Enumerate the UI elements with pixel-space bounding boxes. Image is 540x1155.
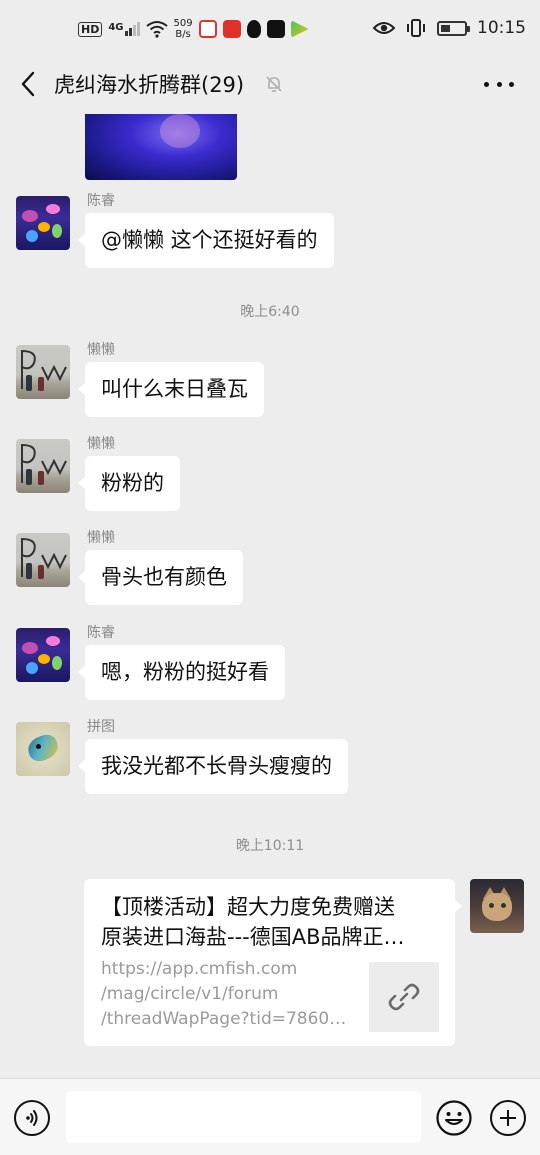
my-avatar[interactable]	[470, 879, 524, 933]
message-bubble[interactable]: 叫什么末日叠瓦	[78, 362, 264, 417]
wifi-icon	[145, 21, 168, 38]
message-row: 陈睿 @懒懒 这个还挺好看的	[16, 193, 334, 268]
sender-name: 拼图	[87, 719, 115, 735]
message-input[interactable]	[66, 1091, 421, 1143]
netease-music-icon	[198, 20, 217, 38]
input-bar	[0, 1078, 540, 1155]
link-icon	[388, 983, 420, 1011]
chat-header: 虎纠海水折腾群(29)	[0, 60, 540, 108]
message-row: 懒懒 粉粉的	[16, 436, 180, 511]
link-title-line: 【顶楼活动】超大力度免费赠送	[101, 895, 395, 919]
battery-icon	[437, 20, 470, 36]
mute-bell-icon	[266, 76, 282, 93]
message-bubble[interactable]: 粉粉的	[78, 456, 180, 511]
net-speed-unit: B/s	[175, 29, 191, 40]
vibrate-icon	[407, 19, 425, 37]
status-left: HD 4G 509 B/s	[78, 18, 309, 40]
emoji-button[interactable]	[436, 1100, 472, 1136]
dot-icon	[509, 81, 514, 87]
message-row: 拼图 我没光都不长骨头瘦瘦的	[16, 719, 348, 794]
status-right: 10:15	[373, 18, 526, 38]
sender-name: 懒懒	[87, 436, 115, 452]
sender-name: 懒懒	[87, 342, 115, 358]
more-functions-button[interactable]	[490, 1100, 526, 1136]
link-card[interactable]: 【顶楼活动】超大力度免费赠送 原装进口海盐---德国AB品牌正… https:/…	[84, 879, 462, 1046]
red-app-icon	[222, 20, 241, 38]
message-bubble[interactable]: 骨头也有颜色	[78, 550, 243, 605]
back-button[interactable]	[14, 68, 42, 100]
avatar[interactable]	[16, 345, 70, 399]
net-speed: 509 B/s	[174, 18, 193, 40]
timestamp: 晚上10:11	[235, 838, 305, 854]
net-speed-value: 509	[173, 18, 193, 29]
link-url-line: https://app.cmfish.com	[101, 959, 298, 979]
chevron-left-icon	[21, 71, 35, 97]
avatar[interactable]	[16, 439, 70, 493]
message-bubble[interactable]: 嗯，粉粉的挺好看	[78, 645, 285, 700]
more-options-button[interactable]	[484, 72, 514, 96]
play-icon	[290, 20, 309, 38]
link-title: 【顶楼活动】超大力度免费赠送 原装进口海盐---德国AB品牌正…	[101, 892, 441, 952]
hd-indicator: HD	[78, 21, 103, 37]
qq-icon	[246, 20, 261, 38]
chat-title: 虎纠海水折腾群(29)	[54, 73, 245, 97]
sender-name: 懒懒	[87, 530, 115, 546]
avatar[interactable]	[16, 533, 70, 587]
signal-indicator: 4G	[108, 22, 140, 36]
avatar[interactable]	[16, 722, 70, 776]
status-bar: HD 4G 509 B/s 10:15	[0, 0, 540, 60]
capcut-icon	[266, 20, 285, 38]
timestamp: 晚上6:40	[240, 304, 300, 320]
dot-icon	[496, 81, 502, 87]
message-bubble[interactable]: @懒懒 这个还挺好看的	[78, 213, 334, 268]
message-row: 懒懒 骨头也有颜色	[16, 530, 243, 605]
link-thumbnail	[369, 962, 439, 1032]
message-row: 陈睿 嗯，粉粉的挺好看	[16, 625, 285, 700]
network-type: 4G	[108, 22, 124, 33]
link-url-line: /mag/circle/v1/forum	[101, 984, 279, 1004]
link-url: https://app.cmfish.com /mag/circle/v1/fo…	[101, 957, 357, 1032]
eye-icon	[373, 22, 395, 34]
voice-icon	[26, 1110, 38, 1126]
dot-icon	[484, 81, 489, 87]
sender-name: 陈睿	[87, 625, 115, 641]
link-url-line: /threadWapPage?tid=78601…	[101, 1009, 357, 1029]
sender-name: 陈睿	[87, 193, 115, 209]
link-title-line: 原装进口海盐---德国AB品牌正…	[101, 925, 405, 949]
clock: 10:15	[477, 18, 526, 38]
message-row: 懒懒 叫什么末日叠瓦	[16, 342, 264, 417]
message-bubble[interactable]: 我没光都不长骨头瘦瘦的	[78, 739, 348, 794]
avatar[interactable]	[16, 628, 70, 682]
avatar[interactable]	[16, 196, 70, 250]
shared-image-aquarium[interactable]	[85, 114, 237, 180]
voice-input-button[interactable]	[14, 1100, 50, 1136]
